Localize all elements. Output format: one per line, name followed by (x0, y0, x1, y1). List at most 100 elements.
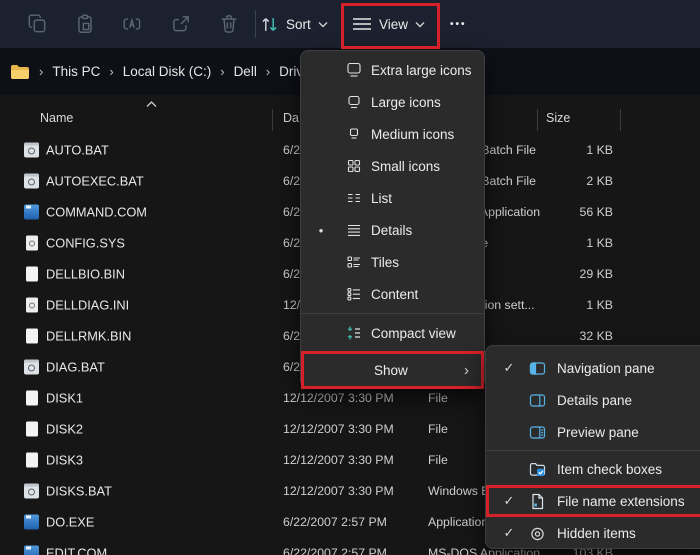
column-divider[interactable] (620, 109, 621, 131)
breadcrumb-chevron: › (220, 64, 224, 79)
tiles-icon (346, 254, 362, 270)
column-divider[interactable] (537, 109, 538, 131)
ellipsis-icon: ••• (450, 19, 467, 30)
column-header-name[interactable]: Name (40, 111, 73, 125)
breadcrumb-chevron: › (266, 64, 270, 79)
breadcrumb-chevron: › (109, 64, 113, 79)
file-date-modified: 12/12/2007 3:30 PM (283, 453, 394, 467)
folder-icon (10, 64, 30, 80)
file-date-modified: 12/ (283, 298, 300, 312)
bat-file-icon (24, 173, 39, 188)
column-divider[interactable] (272, 109, 273, 131)
menu-item-tiles[interactable]: Tiles (301, 246, 484, 278)
toolbar-divider (255, 10, 256, 38)
submenu-item-item-check-boxes[interactable]: Item check boxes (486, 453, 700, 485)
bin-file-icon (26, 328, 38, 343)
file-name: DISK3 (46, 452, 83, 467)
menu-item-details[interactable]: • Details (301, 214, 484, 246)
sort-ascending-icon (146, 101, 157, 108)
share-button[interactable] (171, 0, 191, 48)
rename-button[interactable] (123, 0, 143, 48)
file-date-modified: 6/2 (283, 143, 300, 157)
breadcrumb-chevron: › (39, 64, 43, 79)
list-icon (346, 190, 362, 206)
system-file-icon (26, 297, 38, 312)
content-icon (346, 286, 362, 302)
sort-button[interactable]: Sort (260, 0, 328, 48)
menu-item-list[interactable]: List (301, 182, 484, 214)
system-file-icon (26, 235, 38, 250)
details-pane-icon (529, 392, 546, 409)
menu-item-compact-view[interactable]: Compact view (301, 317, 484, 349)
submenu-item-preview-pane[interactable]: Preview pane (486, 416, 700, 448)
file-name: AUTOEXEC.BAT (46, 173, 144, 188)
breadcrumb-item-local-disk[interactable]: Local Disk (C:) (123, 64, 212, 79)
view-button[interactable]: View (352, 0, 425, 48)
preview-pane-icon (529, 424, 546, 441)
application-file-icon (24, 204, 39, 219)
column-header-size[interactable]: Size (546, 111, 570, 125)
bin-file-icon (26, 421, 38, 436)
file-name: CONFIG.SYS (46, 235, 125, 250)
breadcrumb-item-dell[interactable]: Dell (234, 64, 257, 79)
file-name: DELLBIO.BIN (46, 266, 125, 281)
delete-button[interactable] (219, 0, 239, 48)
sort-label: Sort (286, 17, 311, 32)
show-submenu: ✓ Navigation pane Details pane (485, 345, 700, 549)
menu-item-small-icons[interactable]: Small icons (301, 150, 484, 182)
breadcrumb-item-this-pc[interactable]: This PC (52, 64, 100, 79)
item-check-boxes-icon (529, 461, 546, 478)
file-name: DELLRMK.BIN (46, 328, 131, 343)
file-size: 29 KB (500, 267, 613, 281)
file-type: File (428, 422, 448, 436)
delete-icon (218, 13, 240, 35)
file-name: COMMAND.COM (46, 204, 147, 219)
extra-large-icons-icon (346, 62, 362, 78)
small-icons-icon (346, 158, 362, 174)
file-name: DISKS.BAT (46, 483, 112, 498)
file-date-modified: 6/2 (283, 236, 300, 250)
large-icons-icon (346, 94, 362, 110)
file-type: File (428, 391, 448, 405)
checkmark-icon: ✓ (501, 493, 517, 509)
column-header-date[interactable]: Da (283, 111, 299, 125)
bin-file-icon (26, 452, 38, 467)
submenu-item-file-name-extensions[interactable]: ✓ File name extensions (486, 485, 700, 517)
menu-item-medium-icons[interactable]: Medium icons (301, 118, 484, 150)
copy-button[interactable] (27, 0, 47, 48)
bat-file-icon (24, 142, 39, 157)
menu-item-content[interactable]: Content (301, 278, 484, 310)
submenu-item-details-pane[interactable]: Details pane (486, 384, 700, 416)
file-date-modified: 12/12/2007 3:30 PM (283, 422, 394, 436)
rename-icon (122, 13, 144, 35)
toolbar: Sort View ••• (0, 0, 700, 48)
file-name-extensions-icon (529, 493, 546, 510)
menu-item-large-icons[interactable]: Large icons (301, 86, 484, 118)
menu-item-show[interactable]: Show › (301, 351, 484, 389)
sort-arrows-icon (260, 15, 279, 34)
file-size: 2 KB (500, 174, 613, 188)
view-list-icon (352, 17, 372, 31)
chevron-down-icon (318, 21, 328, 28)
view-menu: Extra large icons Large icons Medium ico… (300, 50, 485, 388)
file-type: Application (428, 515, 488, 529)
medium-icons-icon (346, 126, 362, 142)
paste-icon (74, 13, 96, 35)
navigation-pane-icon (529, 360, 546, 377)
view-label: View (379, 17, 408, 32)
submenu-arrow-icon: › (464, 362, 469, 379)
file-date-modified: 6/22/2007 2:57 PM (283, 546, 387, 555)
menu-divider (486, 450, 700, 451)
application-file-icon (24, 514, 39, 529)
application-file-icon (24, 545, 39, 555)
share-icon (170, 13, 192, 35)
submenu-item-hidden-items[interactable]: ✓ Hidden items (486, 517, 700, 549)
submenu-item-navigation-pane[interactable]: ✓ Navigation pane (486, 352, 700, 384)
file-date-modified: 12/12/2007 3:30 PM (283, 484, 394, 498)
file-name: DELLDIAG.INI (46, 297, 129, 312)
menu-item-extra-large-icons[interactable]: Extra large icons (301, 54, 484, 86)
more-options-button[interactable]: ••• (450, 0, 467, 48)
file-name: DO.EXE (46, 514, 94, 529)
selected-bullet: • (313, 223, 329, 238)
paste-button[interactable] (75, 0, 95, 48)
